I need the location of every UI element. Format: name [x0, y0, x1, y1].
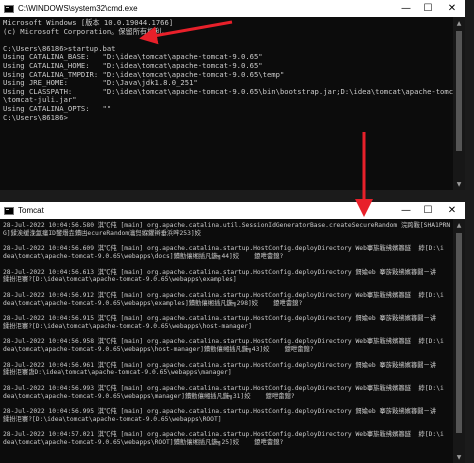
console-line: 28-Jul-2022 10:04:57.021 淇℃伅 [main] org.… [3, 431, 444, 439]
minimize-icon[interactable]: — [395, 0, 417, 17]
console-line: (c) Microsoft Corporation。保留所有权利。 [3, 26, 169, 36]
console-line: 28-Jul-2022 10:04:56.580 淇℃伅 [main] org.… [3, 222, 451, 229]
scroll-up-icon[interactable]: ▲ [453, 17, 465, 29]
scroll-up-icon[interactable]: ▲ [453, 219, 465, 231]
console-line: 28-Jul-2022 10:04:56.993 淇℃伅 [main] org.… [3, 384, 444, 392]
tomcat-title-bar[interactable]: Tomcat — ☐ ✕ [0, 202, 465, 219]
console-line: 28-Jul-2022 10:04:56.958 淇℃伅 [main] org.… [3, 338, 444, 346]
console-line: dea\tomcat\apache-tomcat-9.0.65\webapps\… [3, 299, 303, 307]
tomcat-console-output[interactable]: 28-Jul-2022 10:04:56.580 淇℃伅 [main] org.… [0, 219, 453, 463]
console-line: Using CATALINA_OPTS: "" [3, 103, 112, 113]
scroll-down-icon[interactable]: ▼ [453, 178, 465, 190]
maximize-icon[interactable]: ☐ [417, 202, 439, 219]
tomcat-window: Tomcat — ☐ ✕ 28-Jul-2022 10:04:56.580 淇℃… [0, 202, 465, 463]
cmd-title-bar[interactable]: C:\WINDOWS\system32\cmd.exe — ☐ ✕ [0, 0, 465, 17]
maximize-icon[interactable]: ☐ [417, 0, 439, 17]
console-line: 28-Jul-2022 10:04:56.915 淇℃伅 [main] org.… [3, 315, 437, 322]
console-line: 28-Jul-2022 10:04:56.995 淇℃伅 [main] org.… [3, 408, 437, 415]
console-line: 鍒扮洰褰旾D:\idea\tomcat\apache-tomcat-9.0.65… [3, 369, 232, 377]
minimize-icon[interactable]: — [395, 202, 417, 219]
close-icon[interactable]: ✕ [439, 202, 465, 219]
console-line: 鍒扮洰褰?[D:\idea\tomcat\apache-tomcat-9.0.6… [3, 415, 222, 423]
console-line: dea\tomcat\apache-tomcat-9.0.65\webapps\… [3, 253, 284, 260]
tomcat-scrollbar[interactable]: ▲ ▼ [453, 219, 465, 463]
cmd-app-icon [4, 4, 14, 13]
cmd-scrollbar[interactable]: ▲ ▼ [453, 17, 465, 190]
console-line: 鍒扮洰褰?[D:\idea\tomcat\apache-tomcat-9.0.6… [3, 322, 252, 330]
console-line: dea\tomcat\apache-tomcat-9.0.65\webapps\… [3, 439, 284, 446]
cmd-window: C:\WINDOWS\system32\cmd.exe — ☐ ✕ Micros… [0, 0, 465, 190]
console-line: dea\tomcat\apache-tomcat-9.0.65\webapps\… [3, 346, 314, 353]
close-icon[interactable]: ✕ [439, 0, 465, 17]
console-line: dea\tomcat\apache-tomcat-9.0.65\webapps\… [3, 392, 295, 400]
console-line: C:\Users\86186> [3, 112, 68, 122]
tomcat-scrollbar-thumb[interactable] [456, 233, 462, 433]
console-line: G]鍒涘缓浼氳瘽ID鐢熸垚鐨凷ecureRandom瀹炰緥鑺辫垂浜哰253]姣 [3, 229, 201, 237]
cmd-window-title: C:\WINDOWS\system32\cmd.exe [18, 4, 138, 13]
cmd-console-output[interactable]: Microsoft Windows [版本 10.0.19044.1766] (c… [0, 17, 453, 190]
scroll-down-icon[interactable]: ▼ [453, 451, 465, 463]
tomcat-app-icon [4, 206, 14, 215]
cmd-scrollbar-thumb[interactable] [456, 31, 462, 151]
console-line: 28-Jul-2022 10:04:56.609 淇℃伅 [main] org.… [3, 245, 444, 253]
console-line: 28-Jul-2022 10:04:56.912 淇℃伅 [main] org.… [3, 291, 444, 299]
console-line: 鍒扮洰褰?[D:\idea\tomcat\apache-tomcat-9.0.6… [3, 276, 237, 284]
tomcat-window-title: Tomcat [18, 206, 44, 215]
